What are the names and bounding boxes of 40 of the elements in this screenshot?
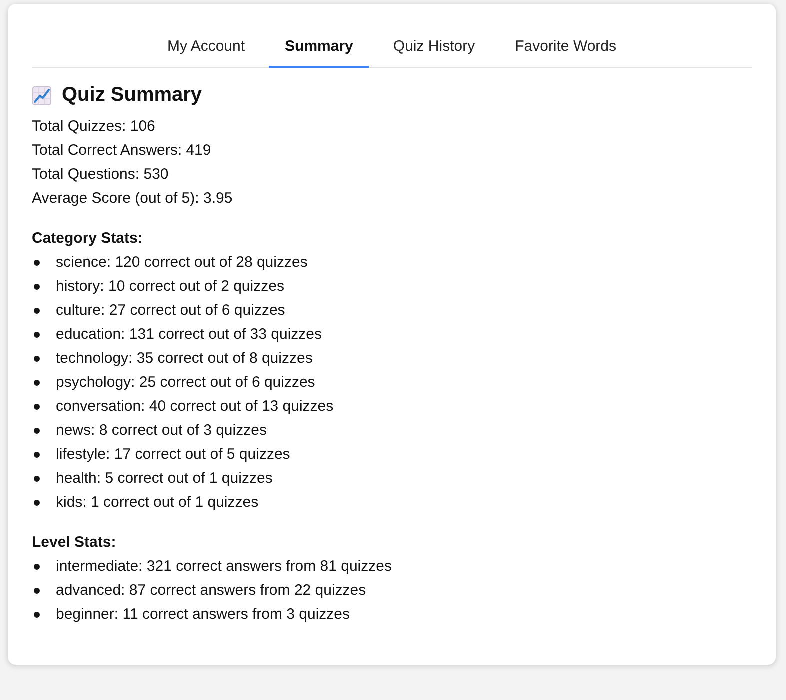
list-item: kids: 1 correct out of 1 quizzes xyxy=(56,493,259,513)
bullet-icon xyxy=(34,612,40,618)
section-heading: Level Stats: xyxy=(32,533,118,553)
stat-text: Total Questions: 530 xyxy=(32,165,170,185)
tab[interactable]: Summary xyxy=(269,26,370,68)
list-item: education: 131 correct out of 33 quizzes xyxy=(56,325,322,345)
bullet-icon xyxy=(34,284,40,290)
section-title: Quiz Summary xyxy=(62,84,202,107)
list-item: science: 120 correct out of 28 quizzes xyxy=(56,253,308,273)
bullet-icon xyxy=(34,404,40,410)
tab[interactable]: Favorite Words xyxy=(499,26,633,68)
bullet-icon xyxy=(34,332,40,338)
bullet-icon xyxy=(34,452,40,458)
stat-text: Average Score (out of 5): 3.95 xyxy=(32,189,234,209)
stat-text: Total Quizzes: 106 xyxy=(32,117,156,137)
list-item: lifestyle: 17 correct out of 5 quizzes xyxy=(56,445,290,465)
list-item: advanced: 87 correct answers from 22 quizzes xyxy=(56,581,366,601)
list-item: conversation: 40 correct out of 13 quizzes xyxy=(56,397,334,417)
list-item: health: 5 correct out of 1 quizzes xyxy=(56,469,273,489)
tab[interactable]: My Account xyxy=(151,26,262,68)
section-heading: Category Stats: xyxy=(32,229,144,249)
list-item: history: 10 correct out of 2 quizzes xyxy=(56,277,284,297)
bullet-icon xyxy=(34,588,40,594)
bullet-icon xyxy=(34,476,40,482)
bullet-icon xyxy=(34,380,40,386)
bullet-icon xyxy=(34,500,40,506)
list-item: technology: 35 correct out of 8 quizzes xyxy=(56,349,313,369)
list-item: psychology: 25 correct out of 6 quizzes xyxy=(56,373,316,393)
list-item: news: 8 correct out of 3 quizzes xyxy=(56,421,267,441)
list-item: intermediate: 321 correct answers from 81 quizzes xyxy=(56,557,392,577)
list-item: culture: 27 correct out of 6 quizzes xyxy=(56,301,286,321)
stat-text: Total Correct Answers: 419 xyxy=(32,141,212,161)
bullet-icon xyxy=(34,564,40,570)
bullet-icon xyxy=(34,428,40,434)
list-item: beginner: 11 correct answers from 3 quizzes xyxy=(56,605,350,625)
bullet-icon xyxy=(34,260,40,266)
line-chart-icon xyxy=(32,86,52,106)
bullet-icon xyxy=(34,356,40,362)
bullet-icon xyxy=(34,308,40,314)
tab[interactable]: Quiz History xyxy=(377,26,492,68)
